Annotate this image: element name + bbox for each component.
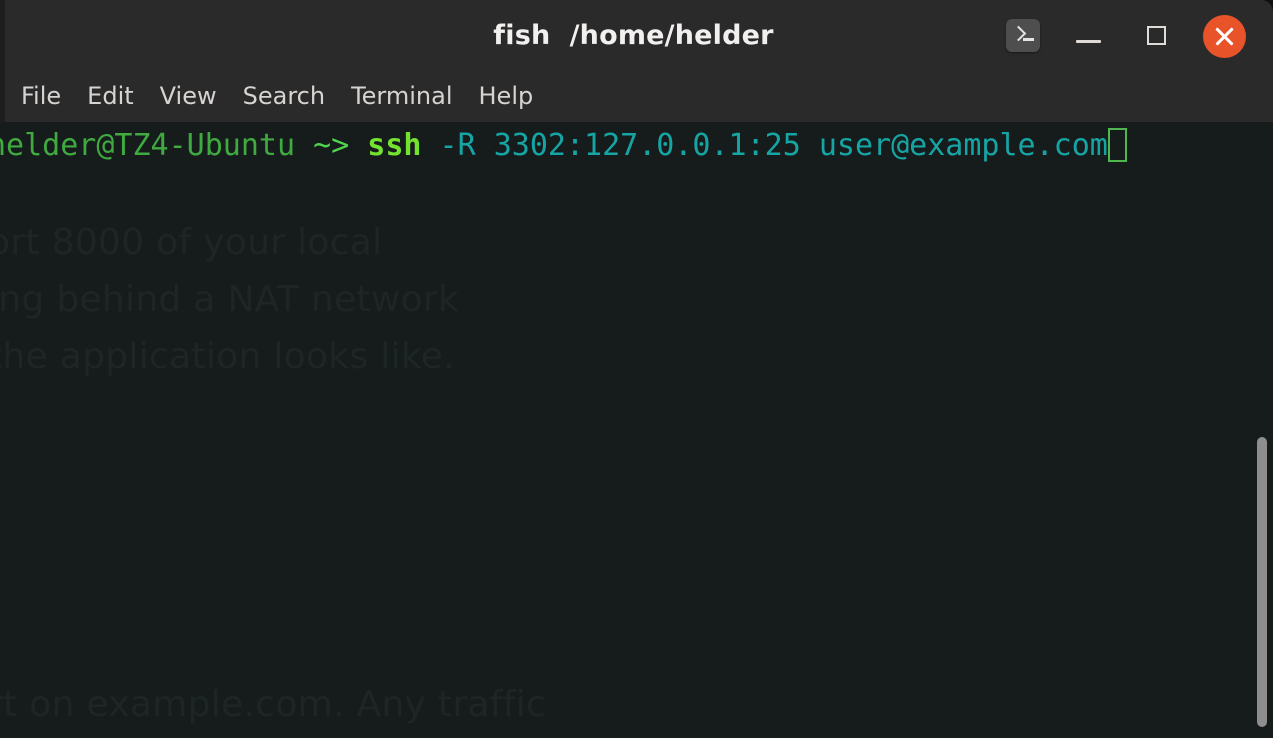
maximize-button[interactable]	[1139, 18, 1175, 54]
window-titlebar[interactable]: fish /home/helder	[0, 0, 1273, 71]
vertical-scrollbar-thumb[interactable]	[1257, 437, 1267, 727]
menu-item-help[interactable]: Help	[466, 80, 547, 114]
close-button[interactable]	[1203, 15, 1246, 58]
terminal-prompt-icon	[1006, 19, 1040, 52]
vertical-scrollbar-track[interactable]	[1251, 122, 1273, 738]
background-text-line: rt on example.com. Any traffic	[0, 684, 547, 725]
menu-item-file[interactable]: File	[8, 80, 74, 114]
menu-item-search[interactable]: Search	[230, 80, 338, 114]
terminal-icon-button[interactable]	[1006, 19, 1040, 52]
window-left-edge	[0, 0, 5, 122]
background-show-through-text: ort 8000 of your local ing behind a NAT …	[0, 122, 1273, 738]
minimize-button[interactable]	[1071, 18, 1107, 54]
command-name: ssh	[367, 128, 422, 163]
menu-bar: File Edit View Search Terminal Help	[0, 71, 1273, 122]
background-text-line: ing behind a NAT network	[0, 279, 460, 320]
text-cursor	[1107, 128, 1127, 162]
shell-prompt-arrow: ~>	[295, 128, 368, 163]
background-text-line: ort 8000 of your local	[0, 222, 383, 263]
menu-item-view[interactable]: View	[147, 80, 230, 114]
menu-item-terminal[interactable]: Terminal	[338, 80, 465, 114]
terminal-window: fish /home/helder File Edit View Search …	[0, 0, 1273, 738]
terminal-content-area[interactable]: ort 8000 of your local ing behind a NAT …	[0, 122, 1273, 738]
terminal-command-line[interactable]: helder@TZ4-Ubuntu ~> ssh -R 3302:127.0.0…	[0, 127, 1127, 165]
background-text-line: the application looks like.	[0, 336, 455, 377]
command-arguments: -R 3302:127.0.0.1:25 user@example.com	[421, 128, 1108, 163]
shell-prompt-user-host: helder@TZ4-Ubuntu	[0, 128, 296, 163]
maximize-icon	[1147, 26, 1166, 45]
menu-item-edit[interactable]: Edit	[74, 80, 146, 114]
minimize-icon	[1076, 40, 1101, 43]
